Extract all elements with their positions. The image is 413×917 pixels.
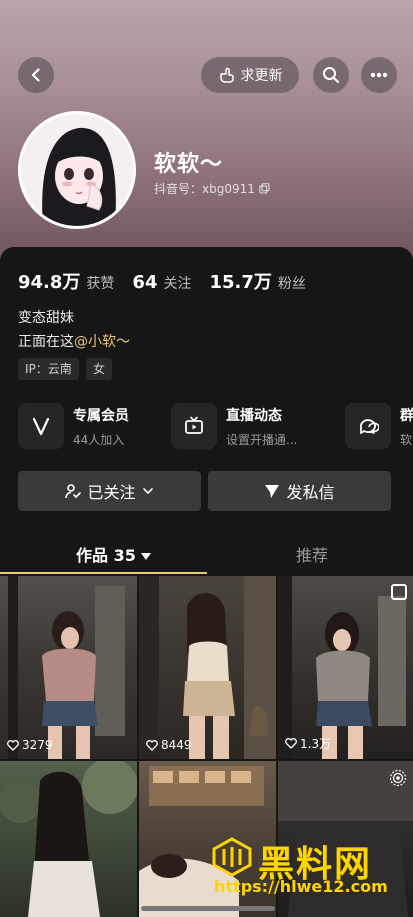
watermark-url: https://hlwe12.com (214, 877, 388, 896)
user-check-icon (65, 484, 82, 499)
bio-line-2: 正面在这@小软～ (18, 331, 130, 351)
heart-icon (285, 738, 297, 749)
watermark-logo-icon (212, 837, 252, 877)
bio-line-1: 变态甜妹 (18, 310, 74, 326)
stat-likes[interactable]: 94.8万 获赞 (18, 268, 114, 294)
back-button[interactable] (18, 57, 54, 93)
tab-works-label: 作品 35 (76, 546, 136, 565)
send-message-label: 发私信 (286, 483, 335, 502)
pointing-hand-icon (219, 67, 234, 83)
douyin-id-text: 抖音号：xbg0911 (154, 182, 255, 196)
stat-value: 15.7万 (209, 272, 272, 293)
multi-image-icon (391, 584, 407, 600)
video-likes-count: 1.3万 (300, 737, 332, 751)
service-subtitle: 软 (400, 432, 413, 447)
video-thumbnail[interactable]: 1.3万 (278, 576, 413, 759)
video-likes: 3279 (7, 738, 53, 752)
service-icon-box (171, 403, 217, 449)
service-icon-box (345, 403, 391, 449)
video-thumbnail-image (278, 576, 406, 759)
following-button[interactable]: 已关注 (18, 471, 201, 511)
avatar-illustration (21, 114, 133, 226)
chevron-down-icon (142, 488, 153, 495)
service-title: 直播动态 (226, 407, 282, 424)
video-thumbnail-image (0, 761, 137, 917)
service-membership[interactable]: 专属会员 44人加入 (18, 403, 129, 449)
service-subtitle: 44人加入 (73, 432, 125, 447)
video-thumbnail-image (8, 576, 125, 759)
search-button[interactable] (313, 57, 349, 93)
profile-name: 软软～ (154, 152, 224, 177)
avatar[interactable] (18, 111, 136, 229)
video-thumbnail[interactable]: 8449 (139, 576, 276, 759)
bio-text: 正面在这 (18, 334, 74, 350)
stat-value: 64 (132, 272, 158, 293)
stats-row: 94.8万 获赞 64 关注 15.7万 粉丝 (18, 268, 306, 294)
top-bar: 求更新 (18, 56, 397, 94)
video-thumbnail[interactable]: 3279 (0, 576, 137, 759)
send-message-button[interactable]: 发私信 (208, 471, 391, 511)
home-indicator (141, 906, 275, 911)
more-button[interactable] (361, 57, 397, 93)
tv-icon (185, 416, 203, 434)
stat-label: 获赞 (86, 276, 115, 292)
tab-works[interactable]: 作品 35 (76, 542, 152, 566)
chevron-left-icon (31, 68, 40, 82)
chat-icon (360, 419, 379, 434)
request-update-button[interactable]: 求更新 (201, 57, 299, 93)
video-likes-count: 8449 (161, 738, 192, 752)
stat-followers[interactable]: 15.7万 粉丝 (209, 268, 305, 294)
video-thumbnail[interactable] (0, 761, 137, 917)
service-icon-box (18, 403, 64, 449)
service-live[interactable]: 直播动态 设置开播通... (171, 403, 297, 449)
site-watermark: 黑料网 https://hlwe12.com (206, 835, 401, 899)
video-likes: 1.3万 (285, 735, 331, 752)
video-likes: 8449 (146, 738, 192, 752)
stat-label: 粉丝 (277, 276, 306, 292)
caret-down-icon (141, 553, 152, 560)
more-icon (370, 72, 388, 78)
service-title: 群 (400, 407, 413, 424)
content-tabs: 作品 35 推荐 (0, 532, 413, 574)
stat-label: 关注 (163, 276, 192, 292)
stat-value: 94.8万 (18, 272, 81, 293)
service-title: 专属会员 (73, 407, 129, 424)
request-update-label: 求更新 (240, 68, 283, 84)
video-likes-count: 3279 (22, 738, 53, 752)
heart-icon (7, 739, 19, 751)
gender-tag: 女 (86, 358, 113, 380)
send-icon (265, 485, 280, 498)
following-label: 已关注 (87, 483, 136, 502)
service-subtitle: 设置开播通... (226, 432, 298, 447)
douyin-id[interactable]: 抖音号：xbg0911 (154, 180, 270, 197)
heart-icon (146, 739, 158, 751)
stat-following[interactable]: 64 关注 (132, 272, 191, 293)
active-tab-indicator (0, 572, 207, 574)
services-row: 专属会员 44人加入 直播动态 设置开播通... 群 软 (18, 403, 413, 451)
ip-location-tag: IP：云南 (18, 358, 79, 380)
search-icon (323, 67, 340, 84)
video-thumbnail-image (139, 576, 276, 759)
live-photo-icon (389, 769, 407, 787)
tab-recommend[interactable]: 推荐 (296, 542, 328, 566)
copy-icon[interactable] (259, 183, 270, 194)
mention-link[interactable]: @小软～ (74, 334, 130, 350)
v-icon (32, 417, 50, 436)
service-group[interactable]: 群 软 (345, 403, 413, 449)
